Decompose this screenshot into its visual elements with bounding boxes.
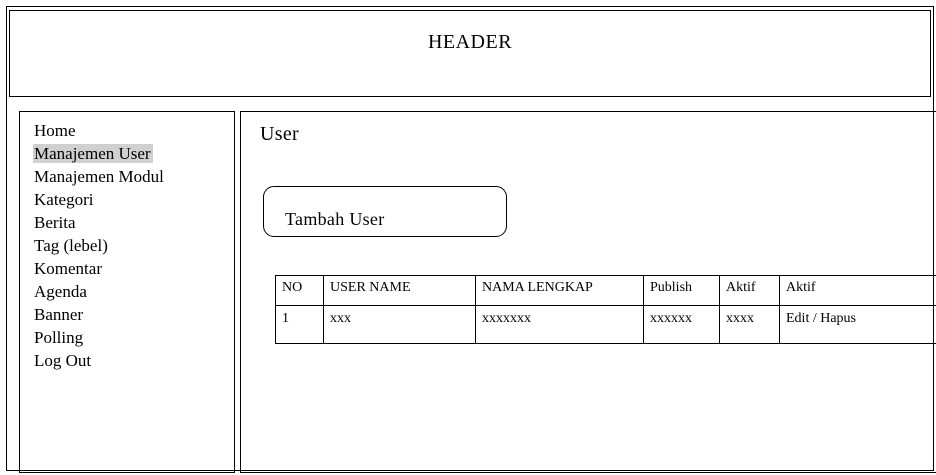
sidebar-item-label: Berita [34,213,76,232]
sidebar-item-manajemen-user[interactable]: Manajemen User [33,142,166,165]
column-header-publish: Publish [643,275,720,306]
sidebar-item-home[interactable]: Home [33,119,166,142]
cell-no: 1 [275,305,324,344]
edit-hapus-link[interactable]: Edit / Hapus [786,311,856,326]
cell-username: xxx [323,305,476,344]
header-title: HEADER [427,31,513,53]
column-header-username: USER NAME [323,275,476,306]
user-table: NO USER NAME NAMA LENGKAP Publish Aktif … [275,275,936,344]
sidebar-item-label: Log Out [34,351,92,370]
sidebar-item-label: Home [34,121,76,140]
sidebar-item-banner[interactable]: Banner [33,303,166,326]
sidebar-item-kategori[interactable]: Kategori [33,188,166,211]
table-header-row: NO USER NAME NAMA LENGKAP Publish Aktif … [275,275,936,306]
sidebar-item-label: Banner [34,305,84,324]
column-header-aktif: Aktif [719,275,780,306]
sidebar-item-label: Kategori [34,190,94,209]
sidebar-item-label: Tag (lebel) [34,236,108,255]
cell-publish: xxxxxx [643,305,720,344]
sidebar: Home Manajemen User Manajemen Modul Kate… [19,111,235,473]
sidebar-item-label: Polling [34,328,84,347]
page-title: User [260,123,299,145]
sidebar-item-label: Manajemen User [33,144,153,163]
sidebar-item-log-out[interactable]: Log Out [33,349,166,372]
sidebar-item-label: Komentar [34,259,102,278]
sidebar-item-label: Manajemen Modul [34,167,164,186]
cell-aktif: xxxx [719,305,780,344]
table-row: 1 xxx xxxxxxx xxxxxx xxxx Edit / Hapus [275,305,936,344]
column-header-no: NO [275,275,324,306]
sidebar-item-polling[interactable]: Polling [33,326,166,349]
sidebar-item-agenda[interactable]: Agenda [33,280,166,303]
column-header-action: Aktif [779,275,936,306]
sidebar-menu: Home Manajemen User Manajemen Modul Kate… [33,119,166,372]
sidebar-item-manajemen-modul[interactable]: Manajemen Modul [33,165,166,188]
add-user-button[interactable]: Tambah User [263,186,507,237]
cell-action: Edit / Hapus [779,305,936,344]
sidebar-item-tag[interactable]: Tag (lebel) [33,234,166,257]
cell-nama-lengkap: xxxxxxx [475,305,644,344]
column-header-nama-lengkap: NAMA LENGKAP [475,275,644,306]
sidebar-item-berita[interactable]: Berita [33,211,166,234]
sidebar-item-komentar[interactable]: Komentar [33,257,166,280]
header: HEADER [9,10,931,97]
main-content: User Tambah User NO USER NAME NAMA LENGK… [240,111,936,473]
sidebar-item-label: Agenda [34,282,87,301]
